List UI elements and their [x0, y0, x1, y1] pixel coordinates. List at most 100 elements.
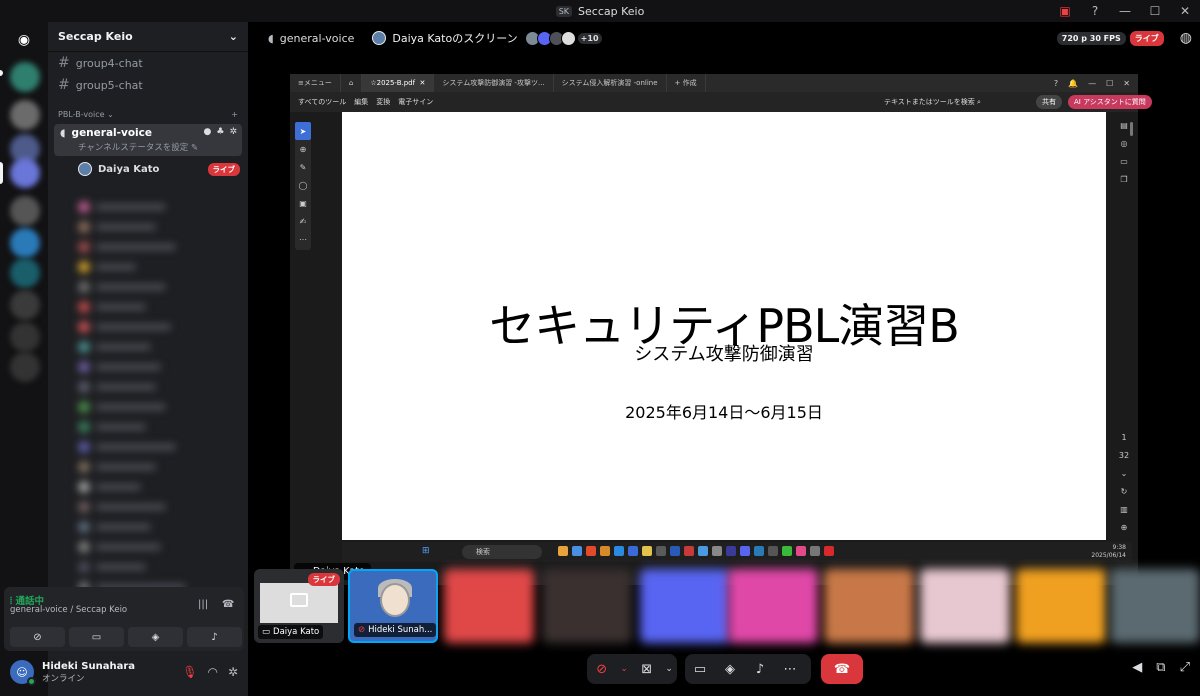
camera-options-chevron-icon[interactable]: ⌄	[661, 654, 677, 684]
viewer-avatars[interactable]: +10	[524, 30, 602, 46]
screen-share-button[interactable]: ▭	[69, 627, 124, 647]
tile-blurred[interactable]	[920, 569, 1010, 643]
server-icon[interactable]	[10, 62, 40, 92]
voice-channel-general[interactable]: ◖ general-voice チャンネルステータスを設定 ✎ ● ♣ ✲	[54, 124, 242, 156]
all-tools-menu[interactable]: すべてのツール	[298, 97, 346, 107]
pen-icon[interactable]: ✎	[295, 158, 311, 176]
save-icon[interactable]: ▥	[1116, 500, 1132, 518]
pages-icon[interactable]: ❐	[1116, 170, 1132, 188]
convert-menu[interactable]: 変換	[376, 97, 390, 107]
avatar[interactable]: ☺	[10, 660, 36, 686]
channel-group4-chat[interactable]: # group4-chat	[48, 52, 248, 74]
maximize-button[interactable]: ☐	[1140, 0, 1170, 22]
pdf-doc-tab[interactable]: システム攻撃防御演習 -攻撃ツ...	[434, 74, 554, 92]
taskbar-clock: 9:38 2025/06/14	[1091, 544, 1126, 560]
minimize-button[interactable]: —	[1110, 0, 1140, 22]
more-options-button[interactable]: ⋯	[775, 654, 805, 684]
gear-icon[interactable]: ✲	[229, 127, 237, 137]
scroll-down-icon[interactable]: ⌄	[1116, 464, 1132, 482]
tile-daiya-kato[interactable]: ライブ ▭ Daiya Kato	[254, 569, 344, 643]
comment-icon[interactable]: ◎	[1116, 134, 1132, 152]
avatar	[78, 162, 92, 176]
screen-share-button[interactable]: ▭	[685, 654, 715, 684]
tile-blurred[interactable]	[444, 569, 534, 643]
lasso-icon[interactable]: ◯	[295, 176, 311, 194]
pencil-icon[interactable]: ✎	[191, 143, 198, 153]
server-icon[interactable]	[10, 258, 40, 288]
server-icon-selected[interactable]	[10, 158, 40, 188]
server-icon[interactable]	[10, 228, 40, 258]
mic-options-chevron-icon[interactable]: ⌄	[616, 654, 632, 684]
tile-hideki-sunahara[interactable]: ⊘ Hideki Sunah...	[348, 569, 438, 643]
tile-blurred[interactable]	[542, 569, 632, 643]
disconnect-icon[interactable]: ☎	[222, 599, 234, 610]
zoom-icon[interactable]: ⊕	[295, 140, 311, 158]
chat-bubble-icon[interactable]: ●	[204, 127, 212, 137]
panel-icon[interactable]: ▤	[1116, 116, 1132, 134]
inbox-alert-icon[interactable]: ▣	[1050, 0, 1080, 22]
voice-user-daiya-kato[interactable]: Daiya Kato ライブ	[48, 158, 248, 180]
pdf-tool-strip: ➤ ⊕ ✎ ◯ ▣ ✍ ⋯	[295, 122, 311, 250]
chat-bubble-icon[interactable]: ◍	[1180, 30, 1192, 46]
camera-off-button[interactable]: ⊠	[632, 654, 661, 684]
popout-icon[interactable]: ⧉	[1156, 660, 1165, 675]
tile-blurred[interactable]	[824, 569, 914, 643]
more-icon[interactable]: ⋯	[295, 230, 311, 248]
shared-screen[interactable]: ≡ メニュー ⌂ ☆ 2025-B.pdf ✕ システム攻撃防御演習 -攻撃ツ.…	[290, 74, 1152, 585]
channel-status-prompt[interactable]: チャンネルステータスを設定	[78, 143, 188, 153]
volume-icon[interactable]: ◀	[1132, 660, 1142, 675]
tile-blurred[interactable]	[1110, 569, 1200, 643]
add-channel-icon[interactable]: +	[231, 110, 238, 119]
tile-blurred[interactable]	[728, 569, 818, 643]
ai-assistant-button[interactable]: AI アシスタントに質問	[1068, 95, 1152, 109]
noise-suppression-icon[interactable]: |||	[198, 599, 208, 610]
stamp-icon[interactable]: ✍	[295, 212, 311, 230]
gear-icon[interactable]: ✲	[228, 665, 238, 679]
home-tab[interactable]: ⌂	[341, 74, 363, 92]
fullscreen-icon[interactable]: ⤢	[1180, 660, 1190, 675]
esign-menu[interactable]: 電子サイン	[398, 97, 433, 107]
text-box-icon[interactable]: ▣	[295, 194, 311, 212]
camera-off-button[interactable]: ⊘	[10, 627, 65, 647]
edit-menu[interactable]: 編集	[354, 97, 368, 107]
page-number[interactable]: 1	[1116, 428, 1132, 446]
tile-blurred[interactable]	[1016, 569, 1106, 643]
soundboard-button[interactable]: ♪	[187, 627, 242, 647]
tile-blurred[interactable]	[640, 569, 730, 643]
monitor-icon	[290, 593, 308, 607]
speaker-icon: ◖	[268, 31, 274, 45]
new-tab-button[interactable]: + 作成	[667, 74, 706, 92]
explore-icon[interactable]	[10, 352, 40, 382]
pdf-doc-tab[interactable]: システム侵入解析演習 -online	[554, 74, 667, 92]
activity-button[interactable]: ◈	[715, 654, 745, 684]
channel-label: group5-chat	[75, 78, 143, 92]
channel-group5-chat[interactable]: # group5-chat	[48, 74, 248, 96]
server-icon[interactable]	[10, 290, 40, 320]
category-header[interactable]: PBL-B-voice ⌄ +	[48, 104, 248, 124]
help-icon[interactable]: ?	[1080, 0, 1110, 22]
activity-button[interactable]: ◈	[128, 627, 183, 647]
bookmark-icon[interactable]: ▭	[1116, 152, 1132, 170]
soundboard-button[interactable]: ♪	[745, 654, 775, 684]
server-icon[interactable]	[10, 196, 40, 226]
topbar-channel-name[interactable]: general-voice	[280, 32, 355, 45]
user-name[interactable]: Hideki Sunahara	[42, 661, 135, 672]
window-title: Seccap Keio	[578, 4, 645, 18]
discord-logo-icon[interactable]: ◉	[11, 30, 37, 50]
pdf-file-tab[interactable]: ☆ 2025-B.pdf ✕	[362, 74, 435, 92]
cursor-icon[interactable]: ➤	[295, 122, 311, 140]
headphones-icon[interactable]: ◠	[207, 665, 217, 679]
pdf-search[interactable]: テキストまたはツールを検索 ⌕	[884, 97, 981, 107]
mic-muted-button[interactable]: ⊘	[587, 654, 616, 684]
add-server-icon[interactable]	[10, 322, 40, 352]
server-icon[interactable]	[10, 100, 40, 130]
disconnect-button[interactable]: ☎	[821, 654, 863, 684]
pdf-menu-tab[interactable]: ≡ メニュー	[290, 74, 341, 92]
invite-user-icon[interactable]: ♣	[216, 127, 224, 137]
refresh-icon[interactable]: ↻	[1116, 482, 1132, 500]
mic-muted-icon[interactable]: 🎙	[182, 665, 197, 679]
server-header[interactable]: Seccap Keio ⌄	[48, 22, 248, 52]
close-button[interactable]: ✕	[1170, 0, 1200, 22]
zoom-in-icon[interactable]: ⊕	[1116, 518, 1132, 536]
share-button[interactable]: 共有	[1036, 95, 1062, 109]
